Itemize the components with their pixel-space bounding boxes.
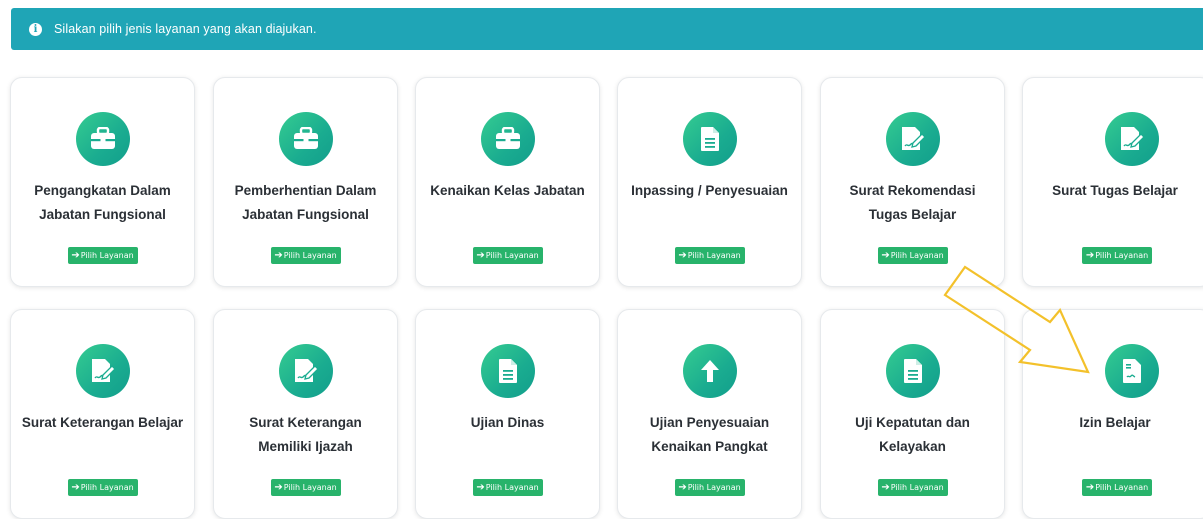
- service-title: Surat Keterangan Belajar: [21, 415, 184, 430]
- service-title: Ujian Penyesuaian Kenaikan Pangkat: [649, 415, 770, 454]
- pilih-layanan-button[interactable]: ➔Pilih Layanan: [674, 247, 745, 264]
- pilih-layanan-button[interactable]: ➔Pilih Layanan: [877, 247, 948, 264]
- service-title: Ujian Dinas: [470, 415, 545, 430]
- arrow-right-icon: ➔: [1085, 250, 1095, 261]
- arrow-right-icon: ➔: [274, 250, 283, 261]
- pilih-layanan-button[interactable]: ➔Pilih Layanan: [270, 247, 341, 264]
- contract-icon: [1105, 344, 1159, 398]
- service-card-uji-kepatutan: Uji Kepatutan dan Kelayakan ➔Pilih Layan…: [820, 309, 1005, 519]
- signature-icon: [278, 344, 333, 398]
- service-title: Uji Kepatutan dan Kelayakan: [855, 415, 970, 454]
- arrow-up-icon: [682, 344, 737, 398]
- pilih-layanan-button[interactable]: ➔Pilih Layanan: [877, 479, 948, 496]
- service-title: Surat Rekomendasi Tugas Belajar: [849, 183, 976, 222]
- service-card-rekomendasi-tugas-belajar: Surat Rekomendasi Tugas Belajar ➔Pilih L…: [820, 77, 1005, 287]
- pilih-layanan-button[interactable]: ➔Pilih Layanan: [67, 247, 138, 264]
- pilih-layanan-button[interactable]: ➔Pilih Layanan: [67, 479, 138, 496]
- service-card-keterangan-belajar: Surat Keterangan Belajar ➔Pilih Layanan: [10, 309, 195, 519]
- service-grid: Pengangkatan Dalam Jabatan Fungsional ➔P…: [0, 0, 1203, 519]
- document-icon: [480, 344, 535, 398]
- pilih-layanan-button[interactable]: ➔Pilih Layanan: [1082, 247, 1152, 264]
- signature-icon: [75, 344, 130, 398]
- arrow-right-icon: ➔: [1085, 482, 1095, 493]
- service-card-keterangan-ijazah: Surat Keterangan Memiliki Ijazah ➔Pilih …: [213, 309, 398, 519]
- service-card-ujian-penyesuaian: Ujian Penyesuaian Kenaikan Pangkat ➔Pili…: [617, 309, 802, 519]
- pilih-layanan-button[interactable]: ➔Pilih Layanan: [674, 479, 745, 496]
- service-title: Izin Belajar: [1079, 415, 1151, 430]
- service-title: Surat Keterangan Memiliki Ijazah: [249, 415, 362, 454]
- pilih-layanan-button[interactable]: ➔Pilih Layanan: [472, 479, 543, 496]
- arrow-right-icon: ➔: [476, 250, 485, 261]
- document-icon: [885, 344, 940, 398]
- service-card-pengangkatan: Pengangkatan Dalam Jabatan Fungsional ➔P…: [10, 77, 195, 287]
- briefcase-icon: [480, 112, 535, 166]
- pilih-layanan-button[interactable]: ➔Pilih Layanan: [1082, 479, 1152, 496]
- service-card-inpassing: Inpassing / Penyesuaian ➔Pilih Layanan: [617, 77, 802, 287]
- arrow-right-icon: ➔: [881, 250, 890, 261]
- signature-icon: [1105, 112, 1159, 166]
- service-title: Inpassing / Penyesuaian: [631, 183, 788, 198]
- briefcase-icon: [278, 112, 333, 166]
- arrow-right-icon: ➔: [881, 482, 890, 493]
- service-card-ujian-dinas: Ujian Dinas ➔Pilih Layanan: [415, 309, 600, 519]
- service-card-kenaikan-kelas: Kenaikan Kelas Jabatan ➔Pilih Layanan: [415, 77, 600, 287]
- arrow-right-icon: ➔: [71, 250, 80, 261]
- arrow-right-icon: ➔: [476, 482, 485, 493]
- service-title: Pengangkatan Dalam Jabatan Fungsional: [34, 183, 171, 222]
- service-card-pemberhentian: Pemberhentian Dalam Jabatan Fungsional ➔…: [213, 77, 398, 287]
- signature-icon: [885, 112, 940, 166]
- briefcase-icon: [75, 112, 130, 166]
- arrow-right-icon: ➔: [678, 250, 687, 261]
- arrow-right-icon: ➔: [678, 482, 687, 493]
- service-card-izin-belajar: Izin Belajar ➔Pilih Layanan: [1022, 309, 1203, 519]
- service-title: Surat Tugas Belajar: [1052, 183, 1178, 198]
- document-icon: [682, 112, 737, 166]
- service-title: Kenaikan Kelas Jabatan: [430, 183, 585, 198]
- service-title: Pemberhentian Dalam Jabatan Fungsional: [234, 183, 377, 222]
- arrow-right-icon: ➔: [274, 482, 283, 493]
- pilih-layanan-button[interactable]: ➔Pilih Layanan: [472, 247, 543, 264]
- service-card-surat-tugas-belajar: Surat Tugas Belajar ➔Pilih Layanan: [1022, 77, 1203, 287]
- arrow-right-icon: ➔: [71, 482, 80, 493]
- pilih-layanan-button[interactable]: ➔Pilih Layanan: [270, 479, 341, 496]
